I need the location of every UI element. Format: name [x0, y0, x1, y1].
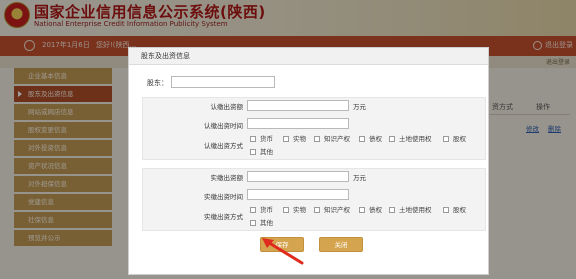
subscribed-method-land[interactable]: 土地使用权 [389, 133, 432, 143]
subscribed-method-debt[interactable]: 债权 [359, 133, 382, 143]
subscribed-amount-input[interactable] [247, 100, 349, 111]
checkbox[interactable] [283, 207, 289, 213]
subscribed-method-equity[interactable]: 股权 [443, 133, 466, 143]
checkbox[interactable] [443, 136, 449, 142]
subscribed-time-label: 认缴出资时间 [204, 122, 243, 130]
red-arrow-annotation [262, 238, 304, 265]
subscribed-time-input[interactable] [247, 118, 349, 129]
checkbox[interactable] [314, 136, 320, 142]
checkbox[interactable] [389, 207, 395, 213]
subscribed-section: 认缴出资额 万元 认缴出资时间 认缴出资方式 货币 实物 知识产权 债权 土地使… [142, 97, 486, 160]
checkbox[interactable] [359, 136, 365, 142]
subscribed-amount-unit: 万元 [353, 103, 366, 111]
paid-method-ip[interactable]: 知识产权 [314, 204, 350, 214]
paid-method-other[interactable]: 其他 [250, 217, 273, 227]
checkbox[interactable] [250, 136, 256, 142]
checkbox[interactable] [250, 207, 256, 213]
checkbox[interactable] [250, 220, 256, 226]
checkbox[interactable] [283, 136, 289, 142]
arrow-shaft [264, 239, 304, 265]
paid-method-label: 实缴出资方式 [204, 213, 243, 221]
subscribed-amount-label: 认缴出资额 [210, 103, 244, 111]
subscribed-method-goods[interactable]: 实物 [283, 133, 306, 143]
subscribed-method-other[interactable]: 其他 [250, 146, 273, 156]
shareholder-label: 股东： [147, 79, 168, 87]
paid-time-input[interactable] [247, 189, 349, 200]
subscribed-method-currency[interactable]: 货币 [250, 133, 273, 143]
paid-amount-unit: 万元 [353, 174, 366, 182]
paid-method-currency[interactable]: 货币 [250, 204, 273, 214]
paid-method-goods[interactable]: 实物 [283, 204, 306, 214]
paid-method-equity[interactable]: 股权 [443, 204, 466, 214]
shareholder-input[interactable] [171, 76, 275, 88]
checkbox[interactable] [443, 207, 449, 213]
paid-amount-label: 实缴出资额 [210, 174, 244, 182]
paid-amount-input[interactable] [247, 171, 349, 182]
shareholder-dialog: 股东及出资信息 股东： 认缴出资额 万元 认缴出资时间 认缴出资方式 货币 实物… [128, 47, 489, 275]
dialog-title: 股东及出资信息 [129, 48, 488, 65]
subscribed-method-label: 认缴出资方式 [204, 142, 243, 150]
paid-time-label: 实缴出资时间 [204, 193, 243, 201]
paid-section: 实缴出资额 万元 实缴出资时间 实缴出资方式 货币 实物 知识产权 债权 土地使… [142, 168, 486, 231]
close-button[interactable]: 关闭 [319, 237, 363, 252]
checkbox[interactable] [389, 136, 395, 142]
checkbox[interactable] [250, 149, 256, 155]
checkbox[interactable] [314, 207, 320, 213]
subscribed-method-ip[interactable]: 知识产权 [314, 133, 350, 143]
paid-method-land[interactable]: 土地使用权 [389, 204, 432, 214]
paid-method-debt[interactable]: 债权 [359, 204, 382, 214]
checkbox[interactable] [359, 207, 365, 213]
